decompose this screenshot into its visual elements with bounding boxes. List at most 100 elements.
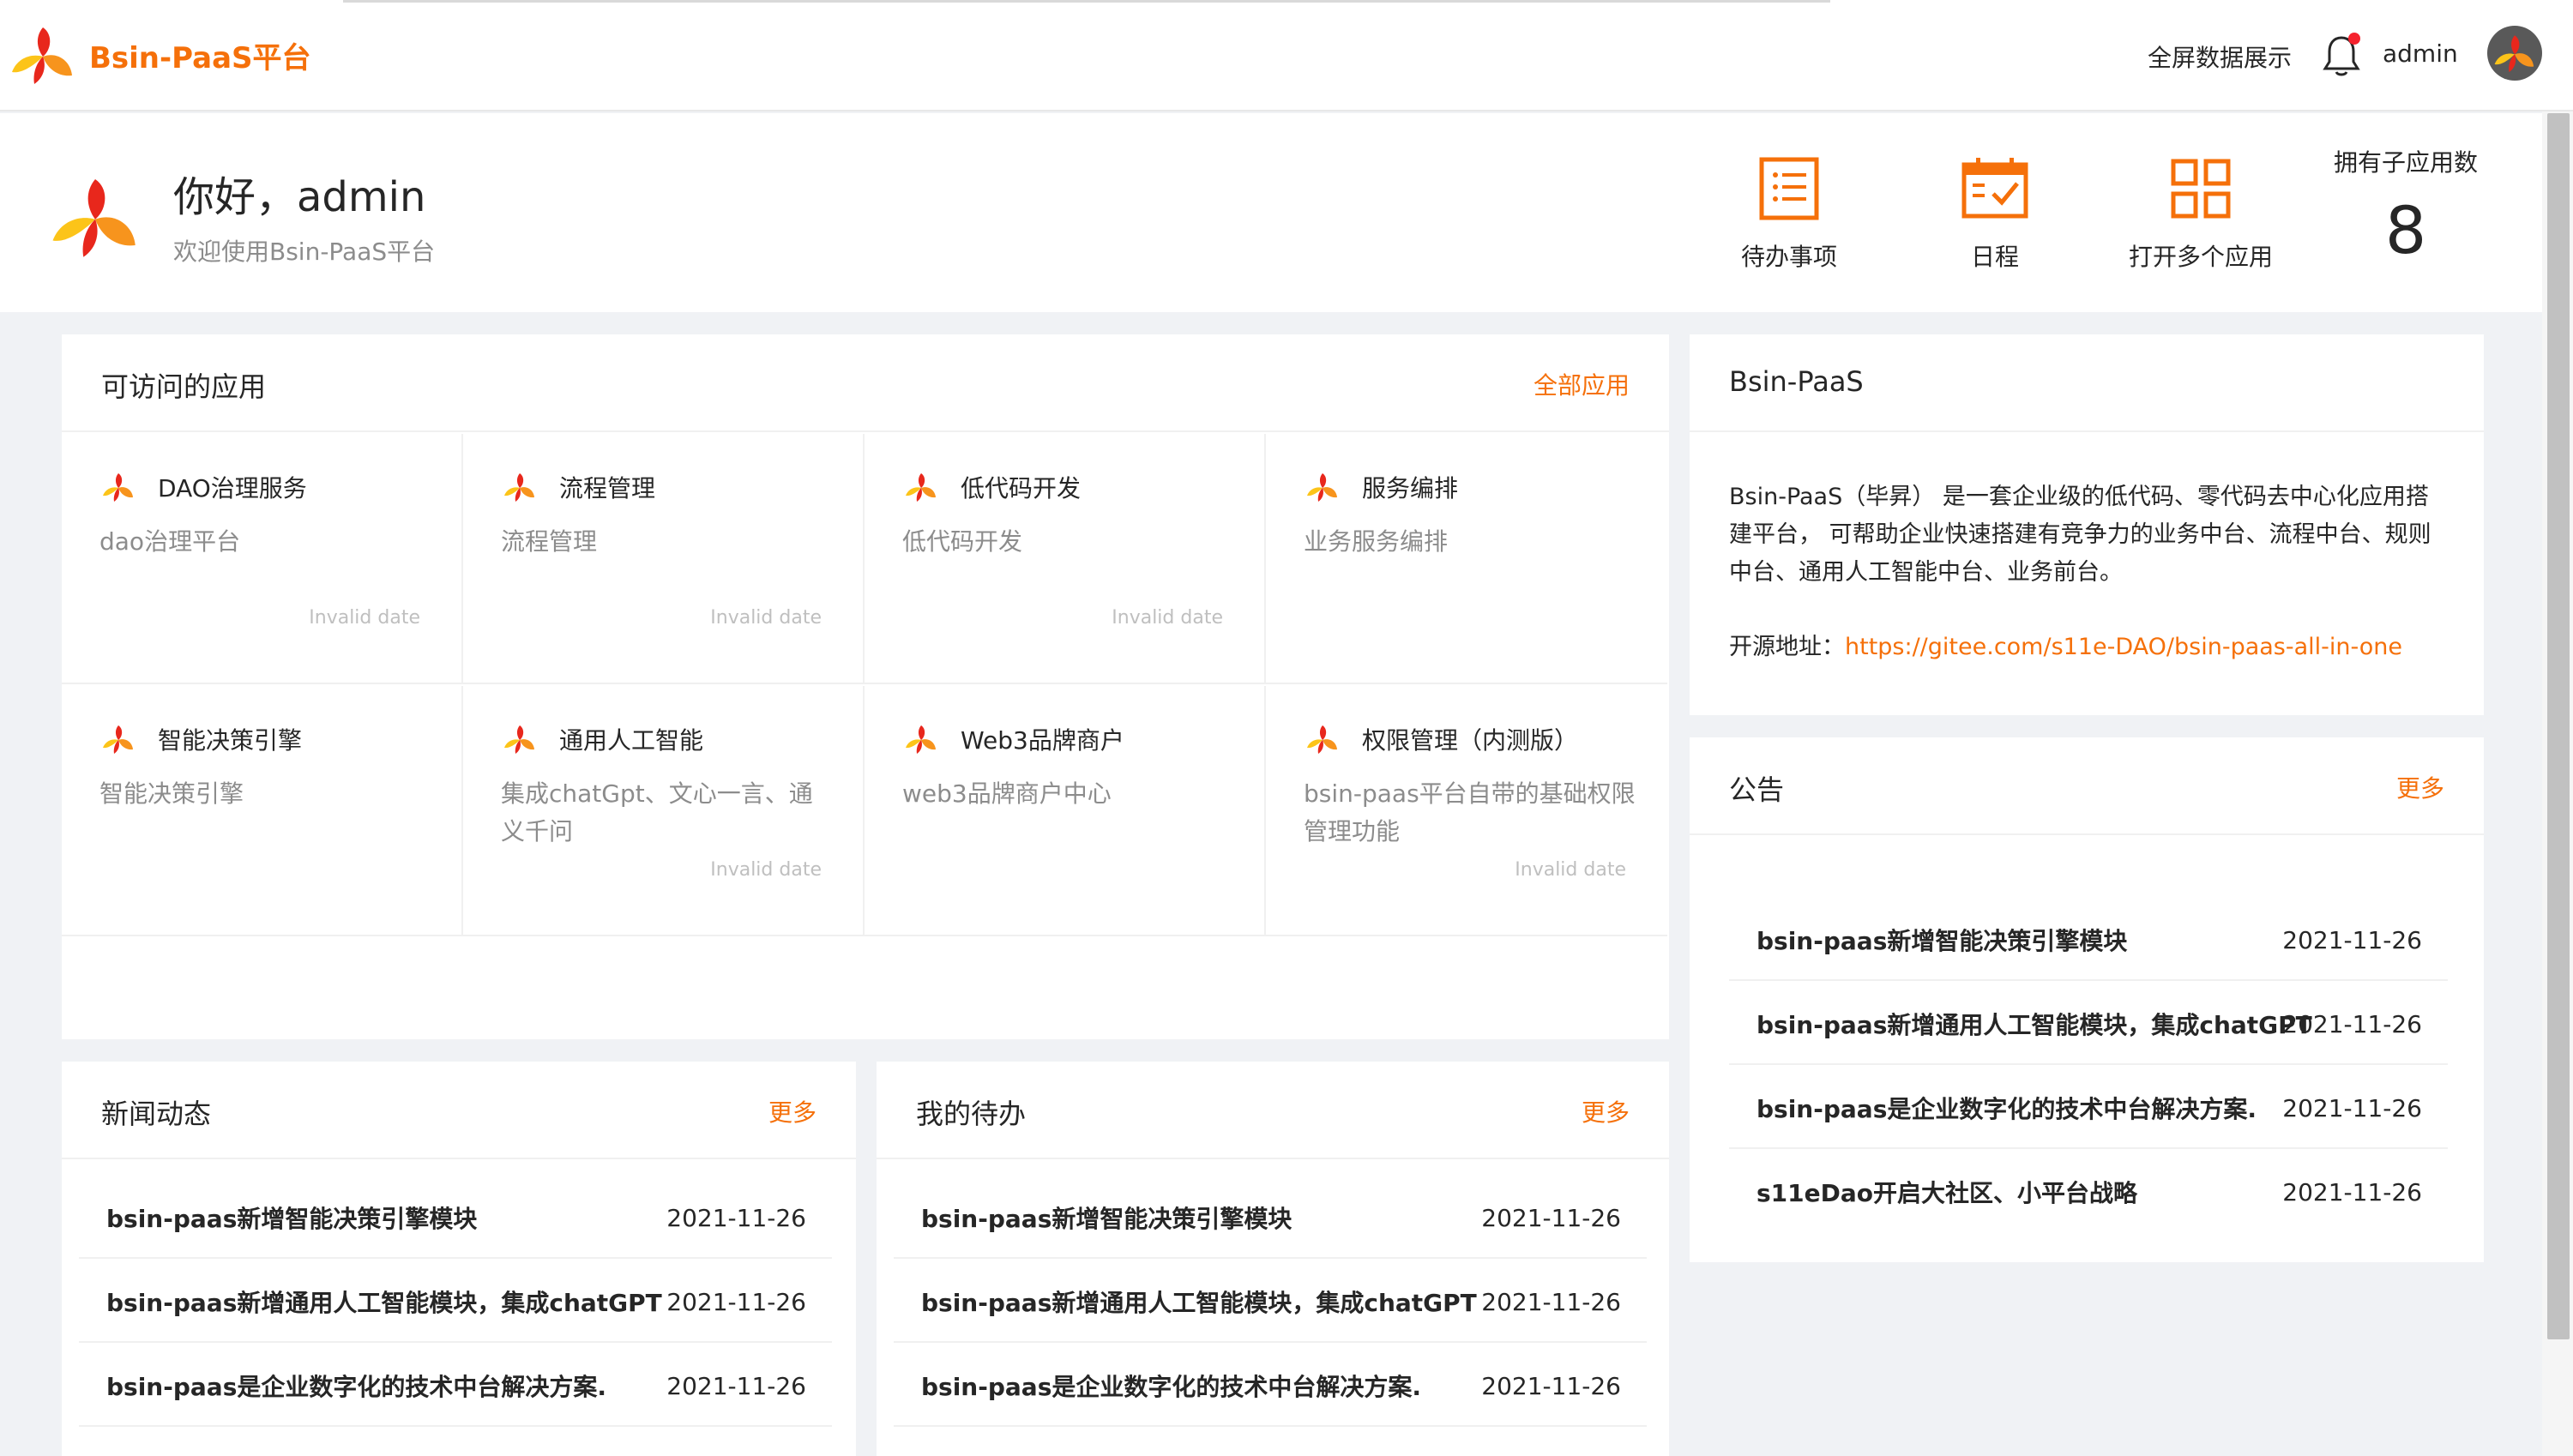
app-desc: 低代码开发 — [902, 527, 1023, 556]
todo-shortcut[interactable]: 待办事项 — [1712, 154, 1866, 273]
app-logo-icon — [103, 473, 133, 502]
app-date: Invalid date — [710, 607, 822, 629]
welcome-banner: 你好，admin 欢迎使用Bsin-PaaS平台 待办事项 日程 打开多个应用 — [0, 113, 2542, 312]
app-date: Invalid date — [309, 607, 420, 629]
subapp-count-stat: 拥有子应用数 8 — [2324, 144, 2487, 268]
app-tile-agi[interactable]: 通用人工智能 集成chatGpt、文心一言、通义千问 Invalid date — [463, 686, 865, 936]
todo-item[interactable]: bsin-paas新增通用人工智能模块，集成chatGPT 2021-11-26 — [894, 1259, 1647, 1343]
app-tile-dao[interactable]: DAO治理服务 dao治理平台 Invalid date — [62, 434, 463, 684]
app-logo-icon — [1307, 473, 1337, 502]
card-title: 公告 — [1729, 773, 1785, 806]
todo-shortcut-label: 待办事项 — [1740, 243, 1837, 271]
app-logo-icon — [1307, 725, 1337, 754]
news-item[interactable]: bsin-paas新增智能决策引擎模块 2021-11-26 — [79, 1175, 832, 1259]
notice-item[interactable]: bsin-paas是企业数字化的技术中台解决方案. 2021-11-26 — [1729, 1065, 2448, 1149]
app-logo-icon — [504, 473, 534, 502]
calendar-check-icon — [1961, 158, 2028, 219]
notice-title: bsin-paas是企业数字化的技术中台解决方案. — [1757, 1095, 2257, 1123]
app-name: 服务编排 — [1362, 474, 1459, 502]
app-name: 流程管理 — [559, 474, 656, 502]
card-title: 新闻动态 — [101, 1098, 212, 1130]
app-logo-icon — [906, 473, 936, 502]
all-apps-link[interactable]: 全部应用 — [1534, 367, 1630, 401]
bsin-logo-icon — [52, 179, 136, 257]
app-desc: 智能决策引擎 — [99, 779, 244, 808]
app-desc: 业务服务编排 — [1304, 527, 1449, 556]
news-date: 2021-11-26 — [666, 1372, 806, 1400]
todo-list-icon — [1759, 157, 1819, 220]
app-desc: dao治理平台 — [99, 527, 241, 556]
news-date: 2021-11-26 — [666, 1288, 806, 1316]
app-name: 权限管理（内测版） — [1362, 726, 1579, 755]
notice-title: s11eDao开启大社区、小平台战略 — [1757, 1179, 2137, 1207]
bsin-logo-icon — [12, 27, 72, 84]
card-header: 可访问的应用 全部应用 — [62, 334, 1669, 432]
news-title: bsin-paas新增智能决策引擎模块 — [106, 1205, 478, 1233]
about-description: Bsin-PaaS（毕昇） 是一套企业级的低代码、零代码去中心化应用搭建平台， … — [1729, 484, 2431, 586]
card-header: Bsin-PaaS — [1690, 334, 2484, 432]
notice-item[interactable]: s11eDao开启大社区、小平台战略 2021-11-26 — [1729, 1149, 2448, 1233]
app-tile-orchestration[interactable]: 服务编排 业务服务编排 — [1266, 434, 1667, 684]
card-header: 我的待办 更多 — [877, 1062, 1669, 1159]
fullscreen-data-link[interactable]: 全屏数据展示 — [2148, 39, 2292, 74]
loading-bar — [343, 0, 1830, 3]
app-desc: web3品牌商户中心 — [902, 779, 1112, 808]
multi-app-shortcut-label: 打开多个应用 — [2128, 243, 2273, 271]
notice-item[interactable]: bsin-paas新增智能决策引擎模块 2021-11-26 — [1729, 897, 2448, 981]
app-desc: bsin-paas平台自带的基础权限管理功能 — [1304, 779, 1636, 845]
app-tile-decision-engine[interactable]: 智能决策引擎 智能决策引擎 — [62, 686, 463, 936]
topbar-actions: 全屏数据展示 admin — [2144, 0, 2573, 111]
repo-link[interactable]: https://gitee.com/s11e-DAO/bsin-paas-all… — [1845, 634, 2402, 660]
news-item[interactable]: bsin-paas新增通用人工智能模块，集成chatGPT 2021-11-26 — [79, 1259, 832, 1343]
app-tile-lowcode[interactable]: 低代码开发 低代码开发 Invalid date — [865, 434, 1266, 684]
username[interactable]: admin — [2383, 39, 2458, 68]
scrollbar-thumb[interactable] — [2547, 113, 2570, 1339]
repo-label: 开源地址： — [1729, 634, 1845, 660]
app-date: Invalid date — [710, 859, 822, 881]
schedule-shortcut-label: 日程 — [1970, 243, 2019, 271]
grid-apps-icon — [2171, 159, 2231, 219]
notice-date: 2021-11-26 — [2282, 1010, 2422, 1038]
notice-date: 2021-11-26 — [2282, 1178, 2422, 1206]
avatar-logo-icon — [2494, 35, 2534, 73]
todo-more-link[interactable]: 更多 — [1582, 1094, 1630, 1128]
app-name: 智能决策引擎 — [158, 726, 303, 755]
app-name: Web3品牌商户 — [961, 726, 1124, 755]
todo-item[interactable]: bsin-paas新增智能决策引擎模块 2021-11-26 — [894, 1175, 1647, 1259]
top-navbar: Bsin-PaaS平台 全屏数据展示 admin — [0, 0, 2573, 111]
brand[interactable]: Bsin-PaaS平台 — [9, 21, 311, 89]
notice-title: bsin-paas新增智能决策引擎模块 — [1757, 927, 2128, 955]
todo-item[interactable]: bsin-paas是企业数字化的技术中台解决方案. 2021-11-26 — [894, 1343, 1647, 1427]
app-tile-web3-merchant[interactable]: Web3品牌商户 web3品牌商户中心 — [865, 686, 1266, 936]
todo-title: bsin-paas新增智能决策引擎模块 — [921, 1205, 1293, 1233]
app-date: Invalid date — [1112, 607, 1223, 629]
subapp-count-label: 拥有子应用数 — [2333, 148, 2478, 177]
about-card: Bsin-PaaS Bsin-PaaS（毕昇） 是一套企业级的低代码、零代码去中… — [1690, 334, 2484, 715]
schedule-shortcut[interactable]: 日程 — [1918, 154, 2072, 273]
avatar[interactable] — [2487, 26, 2542, 81]
brand-name: Bsin-PaaS平台 — [89, 40, 311, 75]
subapp-count-value: 8 — [2384, 192, 2427, 268]
app-tile-workflow[interactable]: 流程管理 流程管理 Invalid date — [463, 434, 865, 684]
multi-app-shortcut[interactable]: 打开多个应用 — [2124, 154, 2278, 273]
app-desc: 流程管理 — [501, 527, 598, 556]
todo-date: 2021-11-26 — [1481, 1204, 1621, 1232]
todo-title: bsin-paas是企业数字化的技术中台解决方案. — [921, 1373, 1421, 1401]
notice-more-link[interactable]: 更多 — [2396, 770, 2444, 804]
app-tile-permission[interactable]: 权限管理（内测版） bsin-paas平台自带的基础权限管理功能 Invalid… — [1266, 686, 1667, 936]
app-date: Invalid date — [1515, 859, 1626, 881]
news-title: bsin-paas新增通用人工智能模块，集成chatGPT — [106, 1289, 662, 1317]
notice-item[interactable]: bsin-paas新增通用人工智能模块，集成chatGPT 2021-11-26 — [1729, 981, 2448, 1065]
notice-date: 2021-11-26 — [2282, 1094, 2422, 1122]
app-logo-icon — [103, 725, 133, 754]
notice-date: 2021-11-26 — [2282, 926, 2422, 954]
todo-card: 我的待办 更多 bsin-paas新增智能决策引擎模块 2021-11-26 b… — [877, 1062, 1669, 1456]
news-item[interactable]: bsin-paas是企业数字化的技术中台解决方案. 2021-11-26 — [79, 1343, 832, 1427]
greeting-title: 你好，admin — [173, 173, 426, 221]
card-header: 新闻动态 更多 — [62, 1062, 856, 1159]
app-logo-icon — [906, 725, 936, 754]
card-header: 公告 更多 — [1690, 737, 2484, 835]
card-title: Bsin-PaaS — [1729, 365, 1864, 398]
card-title: 可访问的应用 — [101, 370, 267, 403]
news-more-link[interactable]: 更多 — [768, 1094, 816, 1128]
